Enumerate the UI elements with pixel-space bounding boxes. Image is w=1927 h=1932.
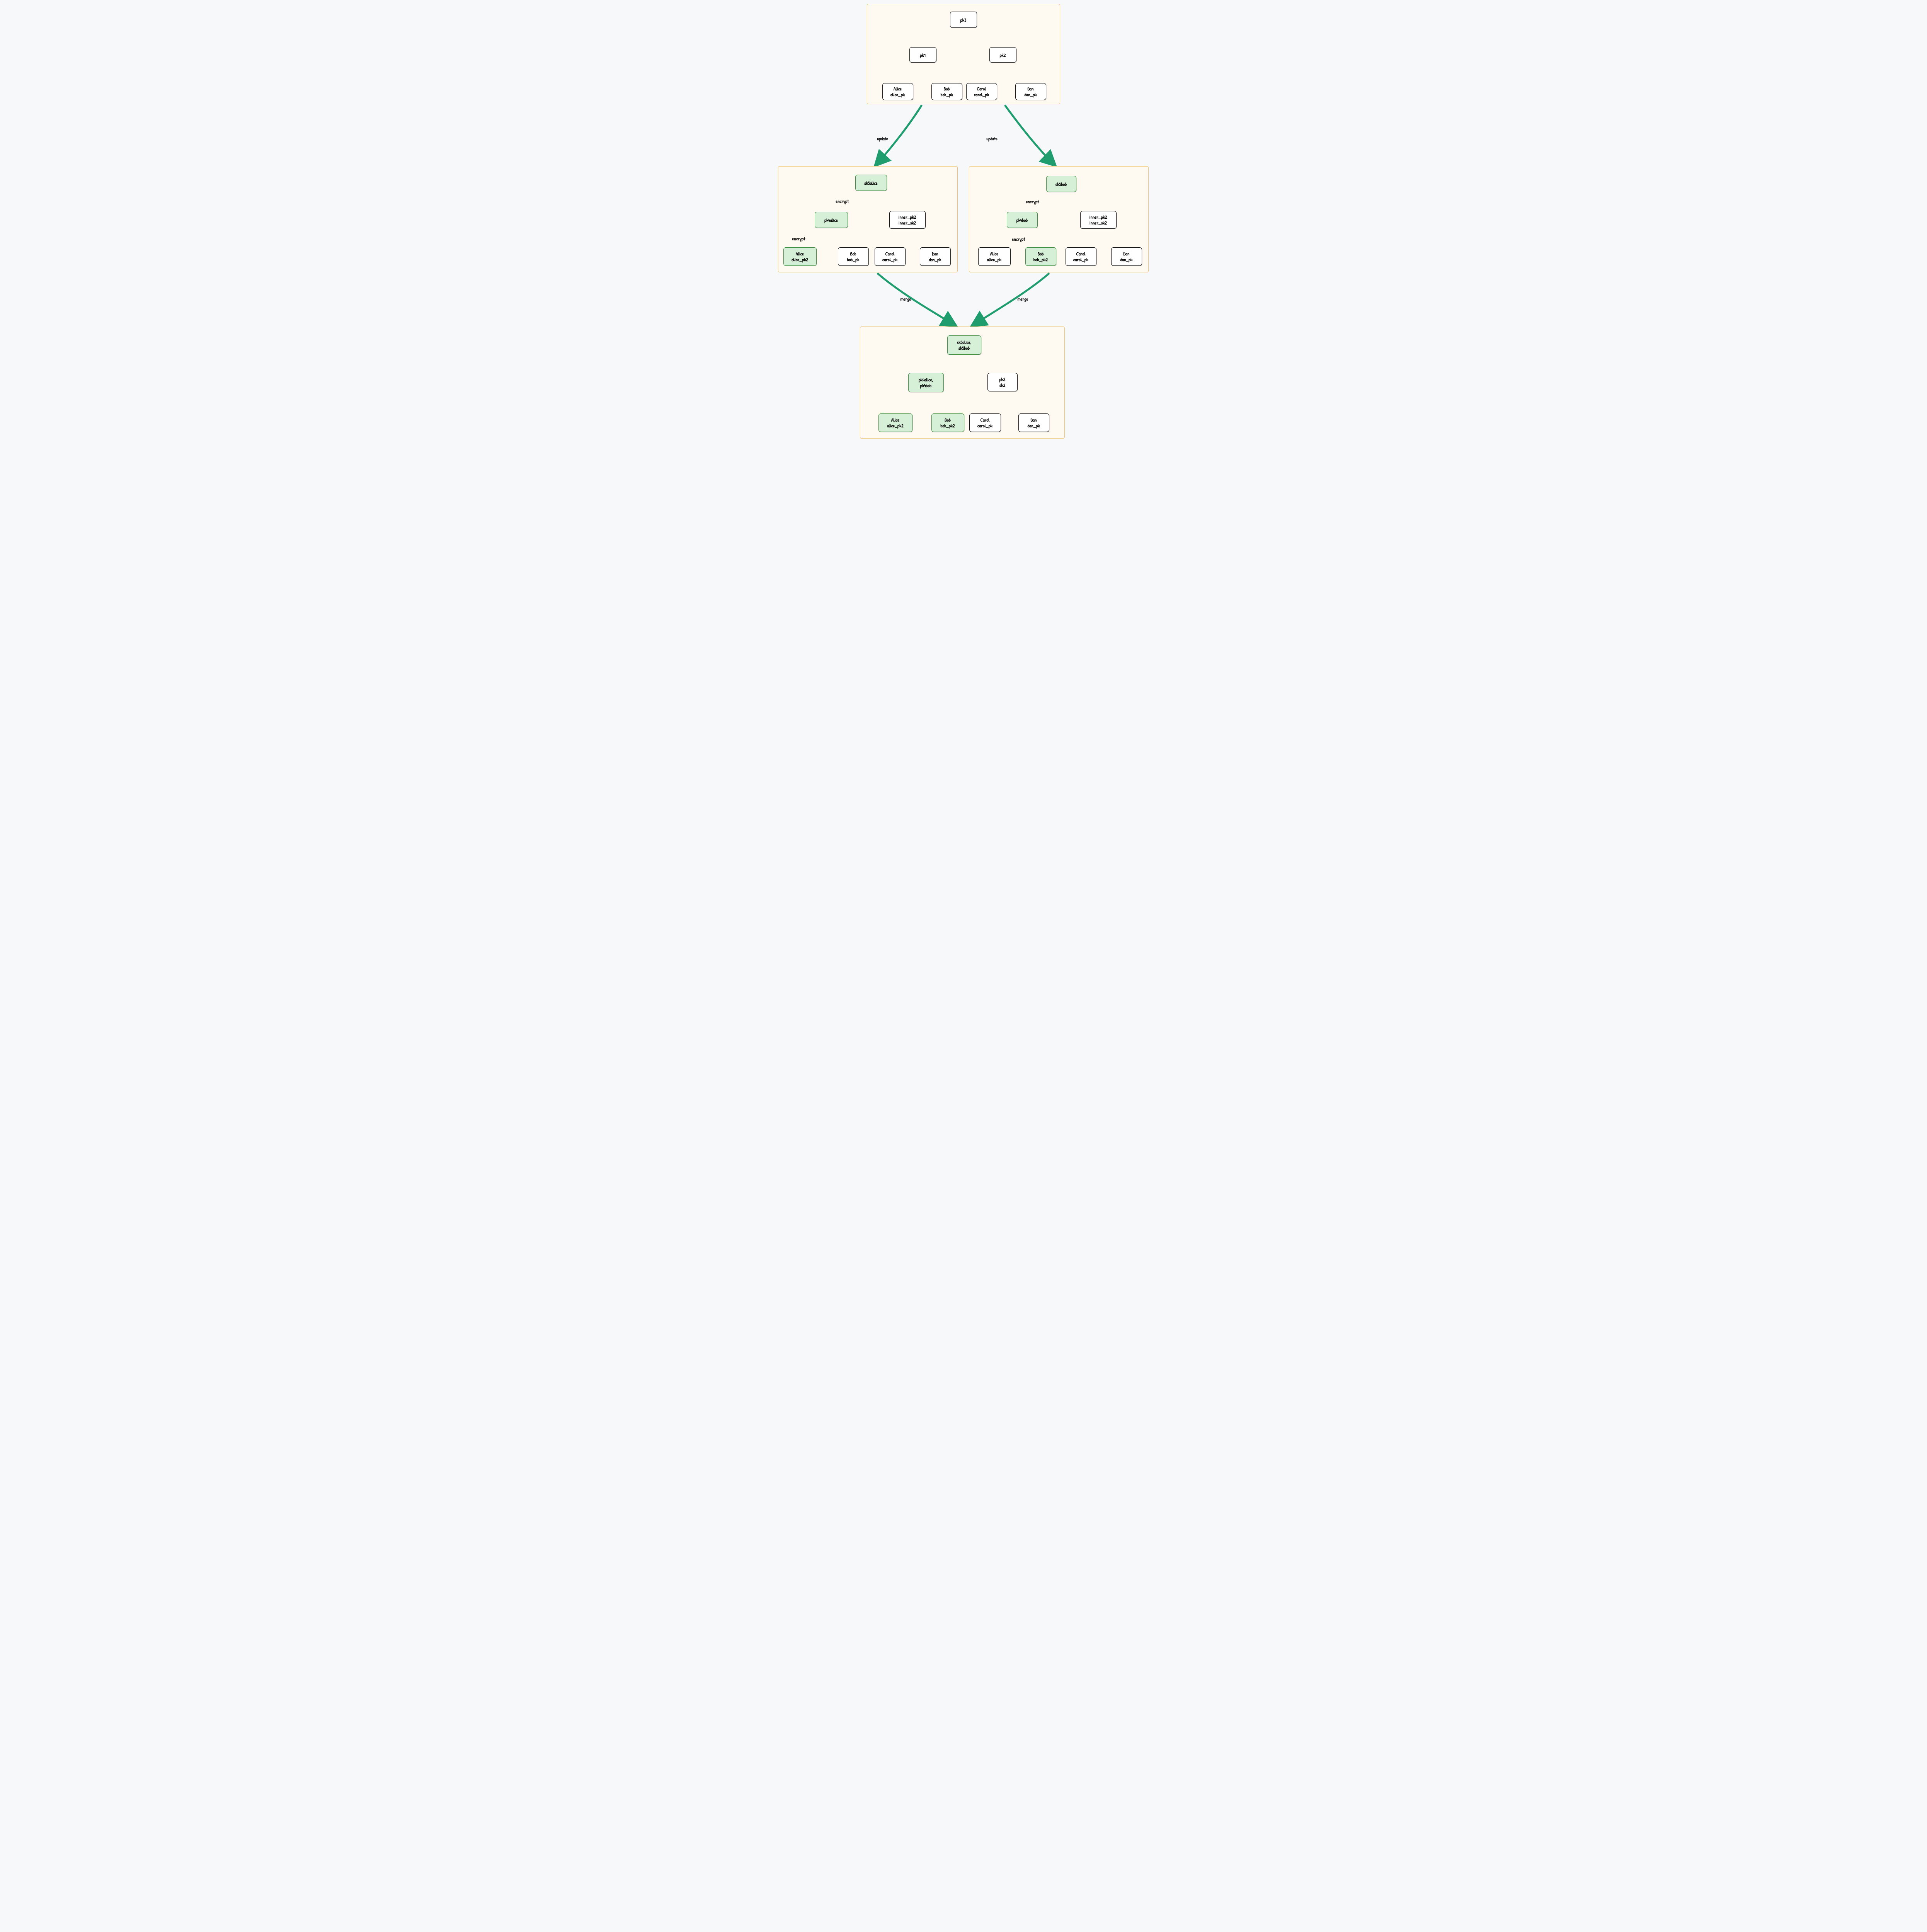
right-inner: inner_pk2inner_sk2 <box>1080 211 1117 229</box>
label: sk5bob <box>1055 181 1067 187</box>
label: pk1 <box>920 52 925 58</box>
top-carol: Carolcarol_pk <box>966 83 997 100</box>
right-pk4bob: pk4bob <box>1007 212 1038 228</box>
left-carol: Carolcarol_pk <box>875 247 906 266</box>
label: Alice <box>796 251 804 257</box>
label: Bob <box>945 417 951 423</box>
label-update-right: update <box>987 135 998 142</box>
label: sk5bob <box>958 345 970 351</box>
label-merge-left: merge <box>901 296 911 302</box>
label: dan_pk <box>1120 257 1133 262</box>
label: alice_pk <box>987 257 1001 262</box>
label: Alice <box>891 417 899 423</box>
label: carol_pk <box>1073 257 1088 262</box>
label-encrypt-right-lower: encrypt <box>1012 236 1025 242</box>
label: Dan <box>1031 417 1037 423</box>
label: bob_pk2 <box>940 423 955 429</box>
label: pk3 <box>960 17 967 23</box>
label-update-left: update <box>877 135 888 142</box>
top-pk1: pk1 <box>909 47 936 63</box>
label: pk2 <box>999 376 1006 382</box>
label: inner_pk2 <box>1089 214 1107 220</box>
label-encrypt-left-upper: encrypt <box>836 198 849 204</box>
flow-update-right <box>1005 105 1055 165</box>
label: Carol <box>1076 251 1086 257</box>
label: inner_sk2 <box>1089 220 1107 226</box>
flow-merge-right <box>972 273 1049 326</box>
label: pk4alice <box>824 217 838 223</box>
bot-bob: Bobbob_pk2 <box>931 413 964 432</box>
left-alice: Alicealice_pk2 <box>783 247 817 266</box>
label: carol_pk <box>882 257 897 262</box>
label: alice_pk <box>890 92 905 97</box>
right-alice: Alicealice_pk <box>978 247 1011 266</box>
left-root: sk5alice <box>855 175 887 191</box>
label: Dan <box>1124 251 1130 257</box>
right-root: sk5bob <box>1046 176 1076 192</box>
bot-dan: Dandan_pk <box>1018 413 1049 432</box>
label: dan_pk <box>1028 423 1040 429</box>
left-bob: Bobbob_pk <box>838 247 869 266</box>
label: pk4alice, <box>919 377 933 383</box>
top-dan: Dandan_pk <box>1015 83 1046 100</box>
label: bob_pk2 <box>1033 257 1048 262</box>
label: Carol <box>977 86 986 92</box>
right-dan: Dandan_pk <box>1111 247 1142 266</box>
bot-root: sk5alice,sk5bob <box>947 335 981 355</box>
label: Alice <box>990 251 998 257</box>
label: dan_pk <box>929 257 941 262</box>
bot-l: pk4alice,pk4bob <box>908 373 944 392</box>
label: Carol <box>885 251 895 257</box>
top-pk2: pk2 <box>989 47 1016 63</box>
label: inner_pk2 <box>899 214 916 220</box>
label: inner_sk2 <box>899 220 916 226</box>
top-bob: Bobbob_pk <box>931 83 962 100</box>
diagram-stage: pk3 pk1 pk2 Alicealice_pk Bobbob_pk Caro… <box>771 0 1156 459</box>
label: dan_pk <box>1025 92 1037 97</box>
label-merge-right: merge <box>1018 296 1028 302</box>
label: bob_pk <box>847 257 860 262</box>
flow-merge-left <box>877 273 956 326</box>
left-dan: Dandan_pk <box>920 247 951 266</box>
label: pk2 <box>1000 52 1006 58</box>
label: sk5alice, <box>957 339 971 345</box>
label-encrypt-left-lower: encrypt <box>792 235 805 242</box>
label: pk4bob <box>1016 217 1028 223</box>
top-root: pk3 <box>950 12 977 28</box>
label: bob_pk <box>941 92 953 97</box>
right-carol: Carolcarol_pk <box>1066 247 1096 266</box>
label: sk2 <box>999 382 1005 388</box>
label: Alice <box>894 86 902 92</box>
label-encrypt-right-upper: encrypt <box>1026 198 1039 205</box>
label: pk4bob <box>920 383 931 388</box>
label: alice_pk2 <box>887 423 904 429</box>
label: Dan <box>932 251 938 257</box>
label: Bob <box>944 86 950 92</box>
left-inner: inner_pk2inner_sk2 <box>889 211 926 229</box>
label: Dan <box>1028 86 1034 92</box>
label: Bob <box>850 251 856 257</box>
label: alice_pk2 <box>792 257 808 262</box>
label: Bob <box>1038 251 1044 257</box>
bot-alice: Alicealice_pk2 <box>878 413 912 432</box>
label: sk5alice <box>864 180 878 186</box>
label: carol_pk <box>977 423 992 429</box>
left-pk4alice: pk4alice <box>815 212 848 228</box>
bot-r: pk2sk2 <box>987 373 1018 391</box>
right-bob: Bobbob_pk2 <box>1025 247 1056 266</box>
label: Carol <box>981 417 990 423</box>
label: carol_pk <box>974 92 989 97</box>
top-alice: Alicealice_pk <box>882 83 913 100</box>
bot-carol: Carolcarol_pk <box>969 413 1001 432</box>
